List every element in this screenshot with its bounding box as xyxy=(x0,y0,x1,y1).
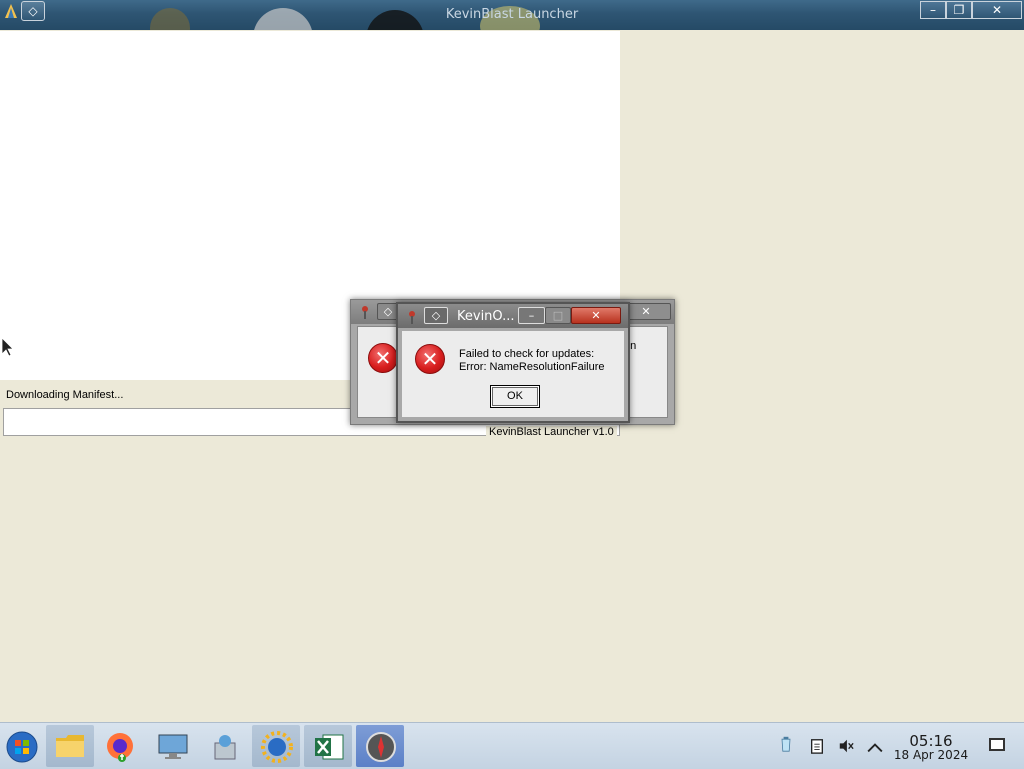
maximize-button[interactable]: ❐ xyxy=(946,1,972,19)
taskbar-firefox[interactable] xyxy=(96,725,144,767)
dialog-body: ✕ Failed to check for updates: Error: Na… xyxy=(402,331,624,417)
monitor-icon xyxy=(158,734,188,759)
dialog-close-button[interactable]: ✕ xyxy=(571,307,621,324)
error-dialog[interactable]: ◇ KevinO... – □ ✕ ✕ Failed to check for … xyxy=(396,302,630,423)
minimize-button[interactable]: – xyxy=(920,1,946,19)
taskbar-installer[interactable] xyxy=(200,725,248,767)
taskbar: 05:16 18 Apr 2024 xyxy=(0,722,1024,769)
compass-icon xyxy=(366,732,396,762)
taskbar-kevinblast[interactable] xyxy=(252,725,300,767)
folder-icon xyxy=(56,735,84,757)
window-title: KevinBlast Launcher xyxy=(445,7,579,22)
close-button[interactable]: ✕ xyxy=(972,1,1022,19)
dialog-minimize-button[interactable]: – xyxy=(518,307,545,324)
error-icon: ✕ xyxy=(368,343,398,373)
excel-icon xyxy=(315,734,344,760)
clock-date[interactable]: 18 Apr 2024 xyxy=(891,748,971,762)
package-icon xyxy=(214,735,236,760)
start-button[interactable] xyxy=(0,725,48,767)
dialog-menu-button[interactable]: ◇ xyxy=(424,307,448,324)
sun-icon xyxy=(261,731,293,763)
dialog-maximize-button[interactable]: □ xyxy=(545,307,571,324)
error-message-line2: Error: NameResolutionFailure xyxy=(459,361,605,373)
cleaner-tray-icon[interactable] xyxy=(778,736,794,752)
taskbar-excel[interactable] xyxy=(304,725,352,767)
dialog-title: KevinO... xyxy=(457,309,515,324)
dialog-app-icon xyxy=(409,311,415,324)
download-status-text: Downloading Manifest... xyxy=(6,389,124,401)
window-titlebar[interactable]: ◇ KevinBlast Launcher – ❐ ✕ xyxy=(0,0,1024,30)
volume-muted-icon[interactable] xyxy=(838,738,854,754)
clipboard-tray-icon[interactable] xyxy=(809,738,825,754)
dialog-app-icon xyxy=(362,306,368,319)
chevron-up-icon[interactable] xyxy=(867,740,883,756)
windows-orb-icon xyxy=(6,731,38,763)
show-desktop-icon[interactable] xyxy=(989,738,1005,751)
mouse-cursor-icon xyxy=(1,337,13,357)
error-message-line1: Failed to check for updates: xyxy=(459,348,595,360)
launcher-version-label: KevinBlast Launcher v1.0 xyxy=(486,426,617,438)
firefox-icon xyxy=(107,733,133,762)
taskbar-compass-app[interactable] xyxy=(356,725,404,767)
ok-button[interactable]: OK xyxy=(490,385,540,408)
taskbar-remote-desktop[interactable] xyxy=(148,725,196,767)
error-icon: ✕ xyxy=(415,344,445,374)
taskbar-file-explorer[interactable] xyxy=(46,725,94,767)
